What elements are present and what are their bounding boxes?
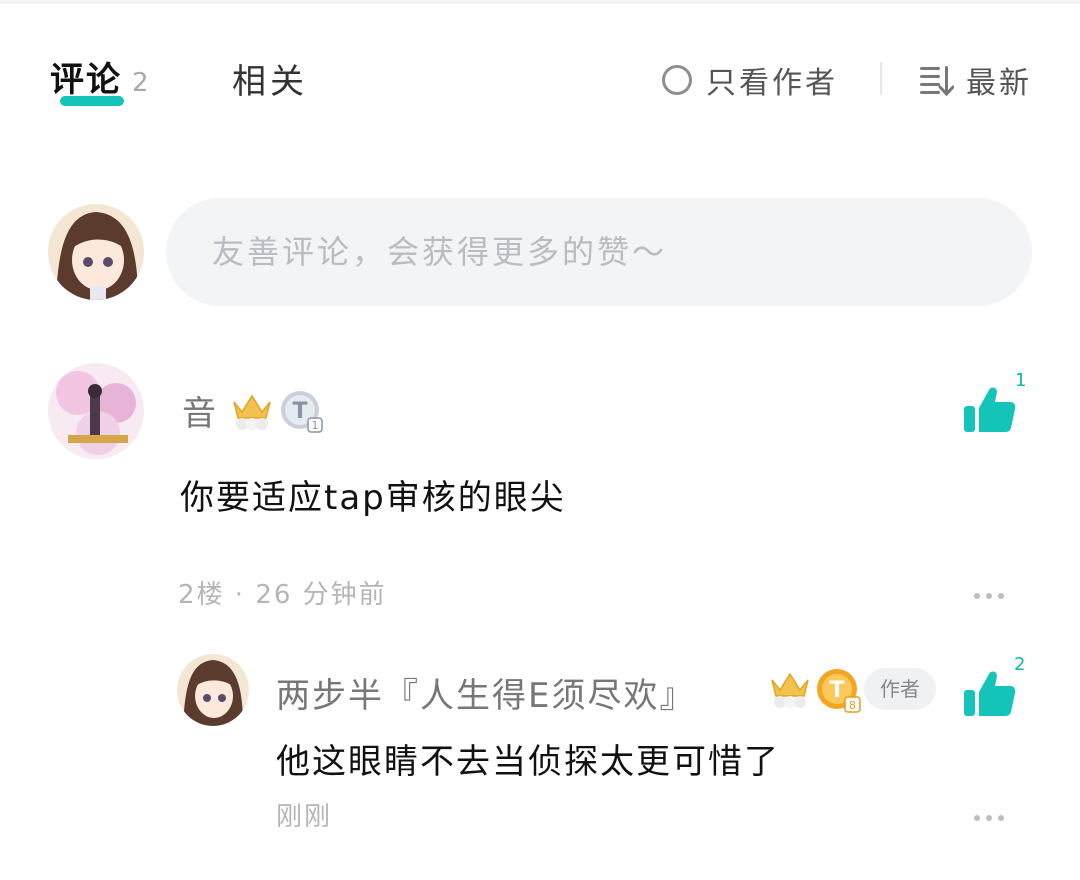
level-badge-icon: T 1 (281, 391, 323, 433)
top-divider (0, 0, 1080, 4)
active-tab-indicator (60, 96, 124, 106)
crown-icon (233, 394, 271, 430)
toolbar-divider (880, 62, 882, 94)
comment-input[interactable] (166, 198, 1032, 306)
badge-letter: T (292, 399, 307, 424)
tab-comments[interactable]: 评论 2 (50, 52, 149, 101)
reply-text: 他这眼睛不去当侦探太更可惜了 (276, 742, 780, 782)
badge-level: 8 (849, 699, 856, 712)
comment-floor-time: 2楼 · 26 分钟前 (178, 580, 387, 610)
comment-text: 你要适应tap审核的眼尖 (180, 478, 566, 518)
sort-label: 最新 (966, 66, 1032, 101)
author-only-toggle[interactable]: 只看作者 (662, 58, 838, 102)
author-tag: 作者 (864, 668, 936, 710)
commenter-username[interactable]: 音 (182, 386, 218, 435)
author-only-label: 只看作者 (706, 66, 838, 101)
crown-icon (771, 672, 809, 708)
more-options-button[interactable] (974, 815, 1004, 821)
badge-level: 1 (312, 419, 319, 432)
my-avatar[interactable] (48, 204, 144, 300)
badge-letter: T (829, 678, 844, 703)
more-options-button[interactable] (974, 593, 1004, 599)
more-dots-icon (974, 815, 980, 821)
thumbs-up-icon[interactable] (962, 668, 1018, 720)
reply-time: 刚刚 (276, 802, 333, 832)
like-count: 2 (1014, 654, 1026, 675)
like-count: 1 (1015, 370, 1027, 391)
radio-circle-icon (662, 65, 692, 95)
reply-avatar[interactable] (177, 654, 249, 726)
commenter-avatar[interactable] (48, 363, 144, 459)
level-badge-icon: T 8 (817, 669, 861, 713)
more-dots-icon (974, 593, 980, 599)
sort-lines-icon (920, 66, 954, 97)
reply-username[interactable]: 两步半『人生得E须尽欢』 (276, 668, 695, 717)
tab-related[interactable]: 相关 (232, 54, 308, 103)
tab-comments-count: 2 (132, 68, 149, 98)
tab-comments-label: 评论 (50, 60, 122, 100)
thumbs-up-icon[interactable] (962, 384, 1018, 436)
sort-button[interactable]: 最新 (918, 58, 1032, 102)
